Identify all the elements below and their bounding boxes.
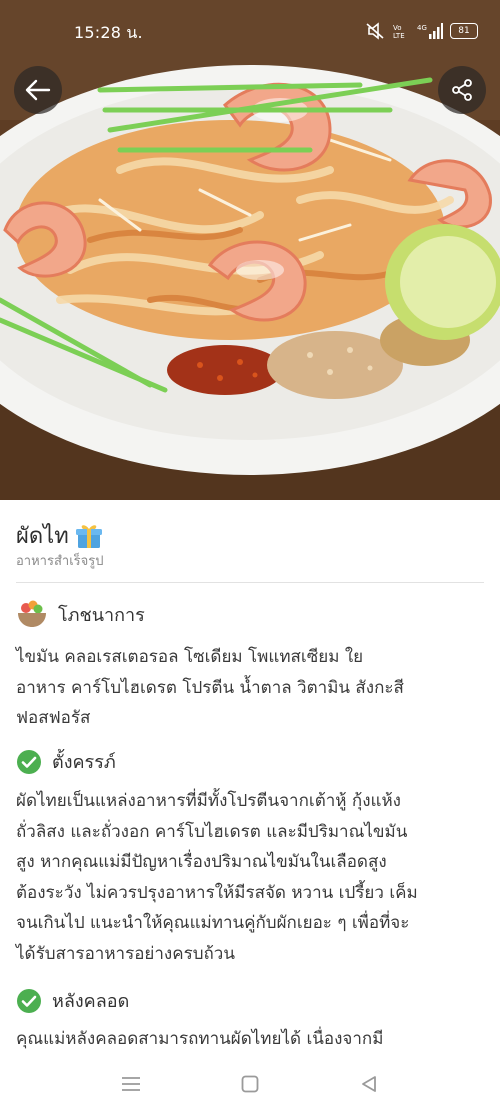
section-nutrition-header: โภชนาการ: [16, 599, 145, 629]
home-square-icon: [241, 1075, 259, 1093]
battery-icon: 81: [450, 23, 478, 39]
food-bowl-icon: [18, 600, 46, 627]
text-line: ถั่วลิสง และถั่วงอก คาร์โบไฮเดรต และมีปร…: [16, 821, 408, 842]
nav-back-button[interactable]: [355, 1070, 383, 1098]
dish-category: อาหารสำเร็จรูป: [16, 554, 104, 569]
section-pregnancy-header: ตั้งครรภ์: [16, 747, 116, 776]
text-line: คุณแม่หลังคลอดสามารถทานผัดไทยได้ เนื่องจ…: [16, 1029, 384, 1049]
divider: [16, 582, 484, 583]
text-line: จนเกินไป แนะนำให้คุณแม่ทานคู่กับผักเยอะ …: [16, 913, 410, 933]
text-line: ต้องระวัง ไม่ควรปรุงอาหารให้มีรสจัด หวาน…: [16, 882, 418, 903]
section-pregnancy-title: ตั้งครรภ์: [52, 752, 116, 773]
text-line: ฟอสฟอรัส: [16, 708, 91, 728]
text-line: อาหาร คาร์โบไฮเดรต โปรตีน น้ำตาล วิตามิน…: [16, 677, 404, 698]
section-nutrition-title: โภชนาการ: [58, 604, 145, 626]
arrow-left-icon: [25, 79, 51, 101]
mute-icon: [366, 22, 384, 40]
section-pregnancy-text: ผัดไทยเป็นแหล่งอาหารที่มีทั้งโปรตีนจากเต…: [16, 786, 488, 969]
section-nutrition-text: ไขมัน คลอเรสเตอรอล โซเดียม โพแทสเซียม ใย…: [16, 642, 488, 734]
share-button[interactable]: [438, 66, 486, 114]
text-line: สูง หากคุณแม่มีปัญหาเรื่องปริมาณไขมันในเ…: [16, 852, 387, 872]
recents-button[interactable]: [117, 1070, 145, 1098]
svg-text:Vo: Vo: [393, 24, 402, 32]
share-icon: [452, 79, 472, 101]
back-button[interactable]: [14, 66, 62, 114]
text-line: ได้รับสารอาหารอย่างครบถ้วน: [16, 943, 235, 964]
text-line: ไขมัน คลอเรสเตอรอล โซเดียม โพแทสเซียม ใย: [16, 647, 364, 667]
text-line: ผัดไทยเป็นแหล่งอาหารที่มีทั้งโปรตีนจากเต…: [16, 791, 401, 811]
system-nav-bar: [0, 1058, 500, 1111]
4g-signal-icon: 4G: [417, 23, 443, 39]
svg-text:4G: 4G: [417, 24, 427, 32]
check-circle-icon: [17, 988, 41, 1013]
status-time: 15:28 น.: [74, 23, 143, 42]
section-postpartum-header: หลังคลอด: [16, 986, 129, 1015]
check-circle-icon: [17, 749, 41, 774]
svg-text:LTE: LTE: [393, 32, 405, 40]
dish-photo: [0, 0, 500, 500]
status-bar: 15:28 น. Vo LTE 4G 81: [0, 0, 500, 62]
status-icons: Vo LTE 4G 81: [365, 20, 478, 42]
volte-icon: Vo LTE: [393, 24, 405, 40]
section-postpartum-title: หลังคลอด: [52, 991, 130, 1012]
home-button[interactable]: [236, 1070, 264, 1098]
dish-detail-content: ผัดไท อาหารสำเร็จรูป โภชนาการ ไขมัน คลอเ…: [0, 500, 500, 1060]
back-triangle-icon: [362, 1076, 376, 1092]
section-postpartum-text: คุณแม่หลังคลอดสามารถทานผัดไทยได้ เนื่องจ…: [16, 1024, 488, 1055]
gift-icon: [75, 524, 102, 548]
pad-thai-illustration: [0, 0, 500, 500]
dish-title-row: ผัดไท: [16, 518, 103, 553]
menu-icon: [122, 1077, 140, 1091]
dish-title: ผัดไท: [16, 524, 69, 549]
